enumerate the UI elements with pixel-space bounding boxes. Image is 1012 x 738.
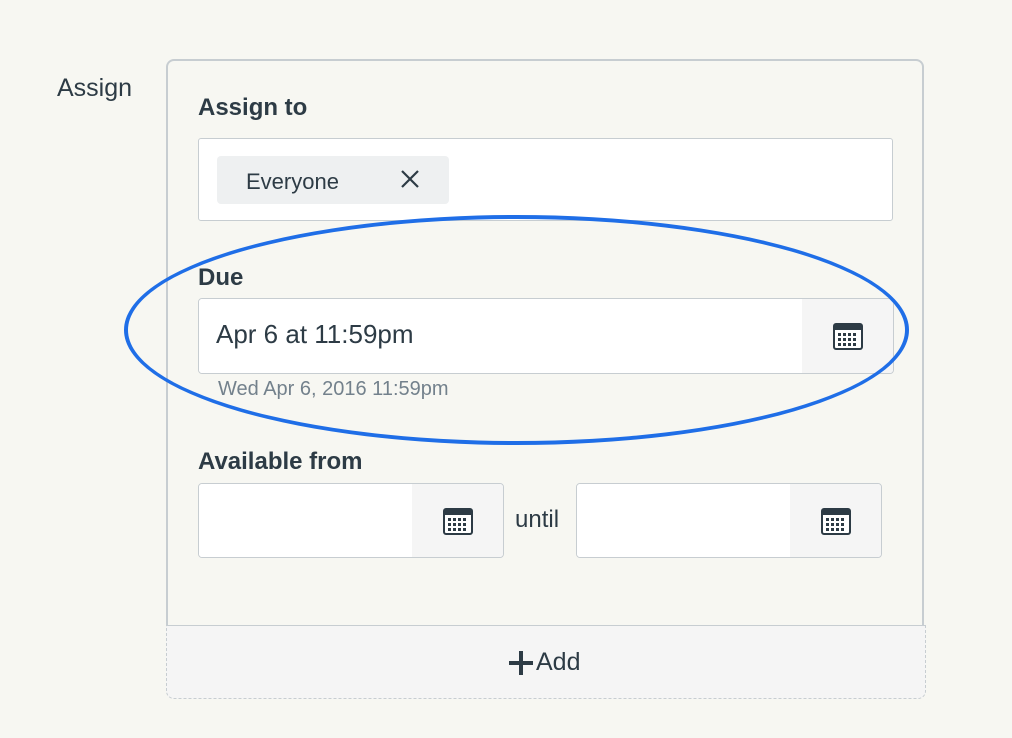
available-from-group bbox=[198, 483, 504, 558]
plus-icon bbox=[509, 650, 533, 675]
due-label: Due bbox=[198, 264, 244, 291]
due-calendar-button[interactable] bbox=[802, 299, 893, 373]
available-from-input[interactable] bbox=[199, 484, 414, 557]
available-until-group bbox=[576, 483, 882, 558]
available-until-calendar-button[interactable] bbox=[790, 484, 881, 557]
add-button-content: Add bbox=[508, 648, 580, 677]
assign-to-label: Assign to bbox=[198, 94, 308, 121]
add-assignment-button[interactable]: Add bbox=[166, 625, 926, 699]
available-from-calendar-button[interactable] bbox=[412, 484, 503, 557]
calendar-icon bbox=[820, 507, 851, 535]
assign-section-label: Assign bbox=[57, 74, 133, 102]
due-date-helper: Wed Apr 6, 2016 11:59pm bbox=[218, 378, 449, 400]
available-until-input[interactable] bbox=[577, 484, 792, 557]
close-icon[interactable] bbox=[397, 166, 423, 192]
due-date-value: Apr 6 at 11:59pm bbox=[216, 319, 414, 349]
due-date-group: Apr 6 at 11:59pm bbox=[198, 298, 894, 374]
until-label: until bbox=[515, 506, 560, 533]
available-from-label: Available from bbox=[198, 448, 363, 475]
calendar-icon bbox=[832, 323, 863, 350]
assignee-token-label: Everyone bbox=[246, 169, 339, 194]
due-date-input[interactable]: Apr 6 at 11:59pm bbox=[199, 299, 804, 373]
calendar-icon bbox=[442, 507, 473, 535]
assignee-token: Everyone bbox=[217, 156, 449, 204]
add-button-label: Add bbox=[536, 648, 581, 676]
assign-to-input[interactable]: Everyone bbox=[198, 138, 893, 221]
